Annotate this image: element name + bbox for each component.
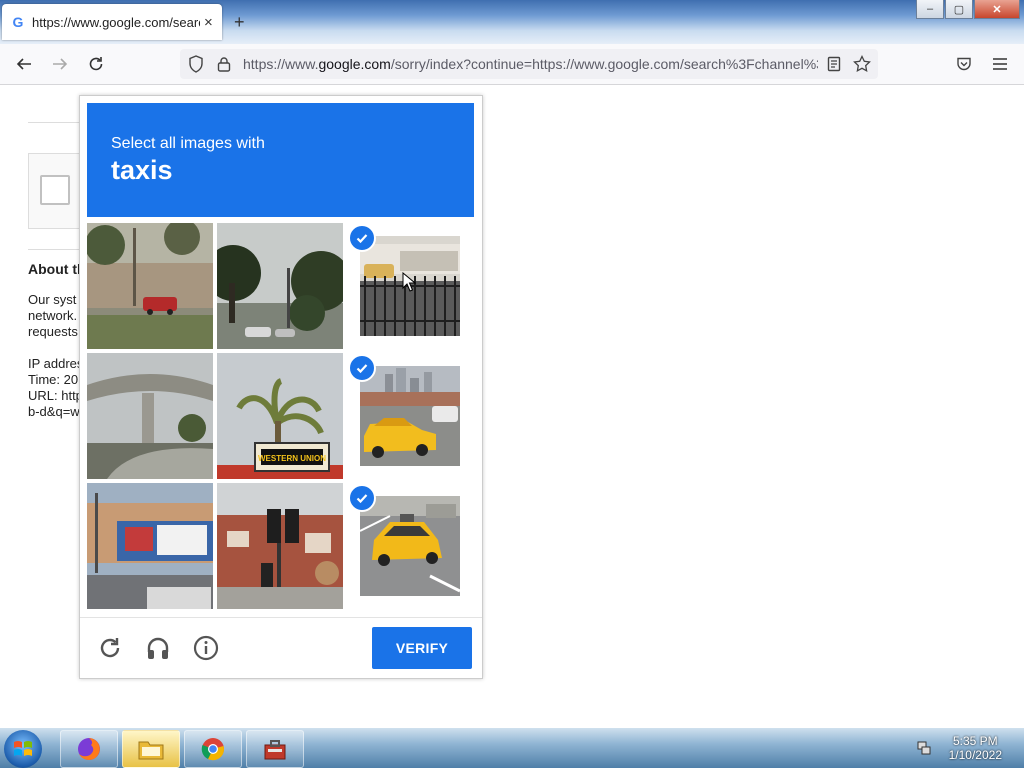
overpass-image [87, 353, 213, 479]
time-line: Time: 20 [28, 372, 79, 387]
taskbar-file-explorer-button[interactable] [122, 730, 180, 768]
target-object-text: taxis [111, 155, 173, 185]
image-tile-1[interactable] [87, 223, 213, 349]
clock-time: 5:35 PM [952, 734, 998, 748]
western-union-sign: WESTERN UNION [258, 454, 326, 463]
hamburger-menu-icon[interactable] [990, 54, 1010, 74]
recaptcha-challenge-dialog: Select all images with taxis WESTERN UNI… [79, 95, 483, 679]
url-path: /sorry/index?continue=https://www.google… [390, 56, 818, 72]
info-icon[interactable] [193, 635, 219, 661]
tab-title: https://www.google.com/search [32, 14, 200, 30]
google-g-icon: G [12, 14, 24, 30]
reader-view-icon[interactable] [824, 54, 844, 74]
chrome-icon [201, 738, 224, 761]
divider [28, 249, 80, 250]
about-heading: About th [28, 261, 86, 277]
shield-icon[interactable] [186, 54, 206, 74]
lock-icon[interactable] [214, 54, 234, 74]
window-controls: – ▢ ✕ [915, 0, 1020, 19]
image-tile-9[interactable] [347, 483, 473, 609]
challenge-footer: VERIFY [80, 617, 482, 679]
billboard-image [87, 483, 213, 609]
reload-page-icon[interactable] [86, 54, 106, 74]
taxi-road-image [360, 496, 460, 596]
palm-sign-image: WESTERN UNION [217, 353, 343, 479]
selected-checkmark-icon [348, 354, 376, 382]
pocket-icon[interactable] [954, 54, 974, 74]
taxi-skyline-image [360, 366, 460, 466]
clock-date: 1/10/2022 [948, 748, 1002, 762]
navigation-toolbar: https://www.google.com/sorry/index?conti… [0, 44, 1024, 85]
system-tray: 5:35 PM 1/10/2022 [912, 728, 1024, 768]
address-bar[interactable]: https://www.google.com/sorry/index?conti… [180, 49, 878, 79]
paragraph-line: requests [28, 324, 78, 339]
verify-button[interactable]: VERIFY [372, 627, 472, 669]
ip-address-line: IP addres [28, 356, 84, 371]
windows-taskbar: 5:35 PM 1/10/2022 [0, 728, 1024, 768]
image-tile-4[interactable] [87, 353, 213, 479]
url-domain: google.com [318, 56, 391, 72]
image-tile-5[interactable]: WESTERN UNION [217, 353, 343, 479]
paragraph-line: network. [28, 308, 78, 323]
image-tile-6[interactable] [347, 353, 473, 479]
network-icon[interactable] [916, 740, 932, 761]
image-tile-2[interactable] [217, 223, 343, 349]
reload-icon[interactable] [97, 635, 123, 661]
divider [28, 122, 80, 123]
bookmark-star-icon[interactable] [852, 54, 872, 74]
url-prefix: https://www. [243, 56, 319, 72]
start-button[interactable] [4, 730, 42, 768]
firefox-icon [78, 738, 100, 760]
forward-arrow-icon[interactable] [50, 54, 70, 74]
image-tile-7[interactable] [87, 483, 213, 609]
image-tile-8[interactable] [217, 483, 343, 609]
taskbar-toolbox-button[interactable] [246, 730, 304, 768]
traffic-light-image [217, 483, 343, 609]
url-text[interactable]: https://www.google.com/sorry/index?conti… [243, 56, 818, 72]
restore-button[interactable]: ▢ [945, 0, 973, 19]
url-line-continued: b-d&q=w [28, 404, 80, 419]
minimize-button[interactable]: – [916, 0, 944, 19]
taskbar-chrome-button[interactable] [184, 730, 242, 768]
recaptcha-checkbox[interactable] [40, 175, 70, 205]
windows-logo-icon [14, 741, 32, 756]
toolbox-icon [264, 740, 286, 760]
paragraph-line: Our syst [28, 292, 77, 307]
back-arrow-icon[interactable] [14, 54, 34, 74]
instruction-text: Select all images with [111, 135, 265, 152]
taskbar-firefox-button[interactable] [60, 730, 118, 768]
selected-checkmark-icon [348, 484, 376, 512]
url-line: URL: http [28, 388, 83, 403]
browser-tab[interactable]: G https://www.google.com/search × [2, 4, 222, 40]
close-window-button[interactable]: ✕ [974, 0, 1020, 19]
tab-close-icon[interactable]: × [204, 14, 213, 31]
mouse-cursor-icon [402, 271, 417, 297]
challenge-header: Select all images with taxis [87, 103, 474, 217]
file-explorer-icon [138, 741, 164, 760]
trees-parking-image [217, 223, 343, 349]
selected-checkmark-icon [348, 224, 376, 252]
clock[interactable]: 5:35 PM 1/10/2022 [949, 734, 1002, 762]
window-titlebar: G https://www.google.com/search × + – ▢ … [0, 0, 1024, 44]
headphones-icon[interactable] [145, 635, 171, 661]
new-tab-button[interactable]: + [234, 12, 245, 33]
street-scene-image [87, 223, 213, 349]
